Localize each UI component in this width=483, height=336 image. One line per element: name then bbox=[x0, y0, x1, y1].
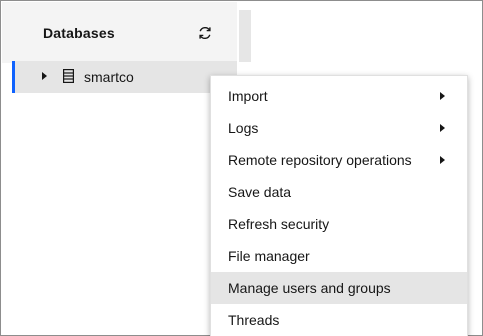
menu-item-remote-repository-operations[interactable]: Remote repository operations bbox=[211, 144, 467, 176]
scrollbar-thumb[interactable] bbox=[239, 10, 251, 62]
database-icon bbox=[63, 69, 74, 83]
context-menu: Import Logs Remote repository operations… bbox=[210, 75, 468, 336]
menu-item-label: Refresh security bbox=[228, 216, 330, 232]
menu-item-save-data[interactable]: Save data bbox=[211, 176, 467, 208]
menu-item-logs[interactable]: Logs bbox=[211, 112, 467, 144]
panel-title: Databases bbox=[43, 25, 115, 41]
panel-header: Databases bbox=[2, 2, 237, 63]
tree-item-label: smartco bbox=[84, 69, 134, 85]
menu-item-refresh-security[interactable]: Refresh security bbox=[211, 208, 467, 240]
caret-right-icon[interactable] bbox=[42, 72, 47, 80]
menu-item-label: File manager bbox=[228, 248, 310, 264]
menu-item-label: Manage users and groups bbox=[228, 280, 391, 296]
refresh-button[interactable] bbox=[194, 22, 216, 44]
menu-item-label: Remote repository operations bbox=[228, 152, 412, 168]
menu-item-import[interactable]: Import bbox=[211, 80, 467, 112]
menu-item-label: Logs bbox=[228, 120, 259, 136]
submenu-arrow-icon bbox=[440, 156, 445, 164]
submenu-arrow-icon bbox=[440, 124, 445, 132]
menu-item-label: Save data bbox=[228, 184, 292, 200]
window-frame: Databases smartco Import Logs Remote rep… bbox=[0, 0, 483, 336]
submenu-arrow-icon bbox=[440, 92, 445, 100]
menu-item-label: Import bbox=[228, 88, 268, 104]
refresh-icon bbox=[199, 26, 211, 40]
menu-item-threads[interactable]: Threads bbox=[211, 304, 467, 336]
menu-item-file-manager[interactable]: File manager bbox=[211, 240, 467, 272]
menu-item-manage-users-and-groups[interactable]: Manage users and groups bbox=[211, 272, 467, 304]
menu-item-label: Threads bbox=[228, 312, 280, 328]
